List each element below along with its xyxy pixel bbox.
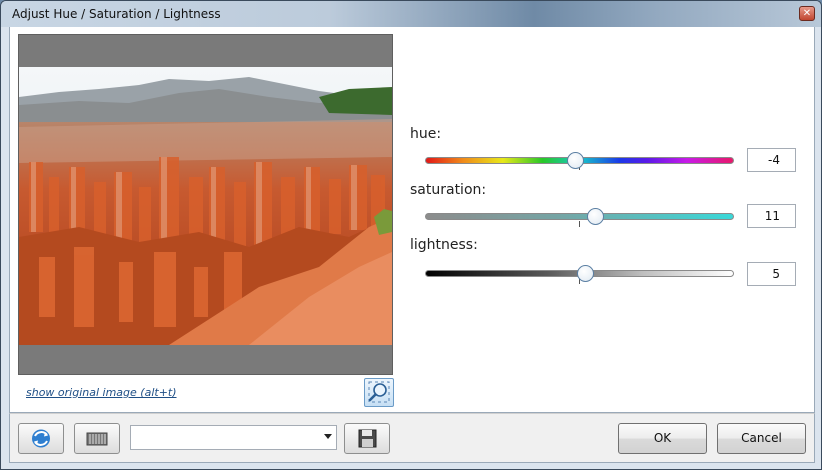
- preset-dropdown[interactable]: [130, 425, 337, 450]
- hue-slider-thumb[interactable]: [567, 152, 584, 169]
- saturation-value-field[interactable]: 11: [747, 204, 796, 228]
- lightness-value-field[interactable]: 5: [747, 262, 796, 286]
- save-preset-icon: [358, 429, 377, 448]
- hue-value-field[interactable]: -4: [747, 148, 796, 172]
- preview-image: [19, 67, 392, 345]
- window-title: Adjust Hue / Saturation / Lightness: [12, 7, 221, 21]
- refresh-icon: [32, 429, 50, 448]
- saturation-slider-thumb[interactable]: [587, 208, 604, 225]
- image-preview-panel: [18, 34, 393, 375]
- close-button[interactable]: ✕: [799, 6, 815, 21]
- reset-button[interactable]: [18, 423, 64, 454]
- lightness-slider-thumb[interactable]: [577, 265, 594, 282]
- lightness-label: lightness:: [410, 237, 478, 253]
- saturation-slider-track[interactable]: [425, 213, 734, 220]
- cancel-button[interactable]: Cancel: [717, 423, 806, 454]
- footer-toolbar: OK Cancel: [9, 413, 815, 463]
- ok-button[interactable]: OK: [618, 423, 707, 454]
- close-icon: ✕: [802, 8, 812, 19]
- saturation-label: saturation:: [410, 182, 487, 198]
- chevron-down-icon: [324, 434, 332, 439]
- compare-icon: [86, 432, 108, 446]
- hue-label: hue:: [410, 126, 442, 142]
- zoom-fit-button[interactable]: [364, 378, 394, 407]
- zoom-fit-icon: [368, 381, 390, 403]
- title-bar[interactable]: Adjust Hue / Saturation / Lightness ✕: [1, 1, 821, 27]
- compare-button[interactable]: [74, 423, 120, 454]
- dialog-content: show original image (alt+t) hue: -4 satu…: [9, 27, 815, 413]
- dialog-window: Adjust Hue / Saturation / Lightness ✕ sh…: [0, 0, 822, 470]
- save-preset-button[interactable]: [344, 423, 390, 454]
- saturation-center-tick: [579, 221, 580, 227]
- show-original-link[interactable]: show original image (alt+t): [26, 386, 177, 399]
